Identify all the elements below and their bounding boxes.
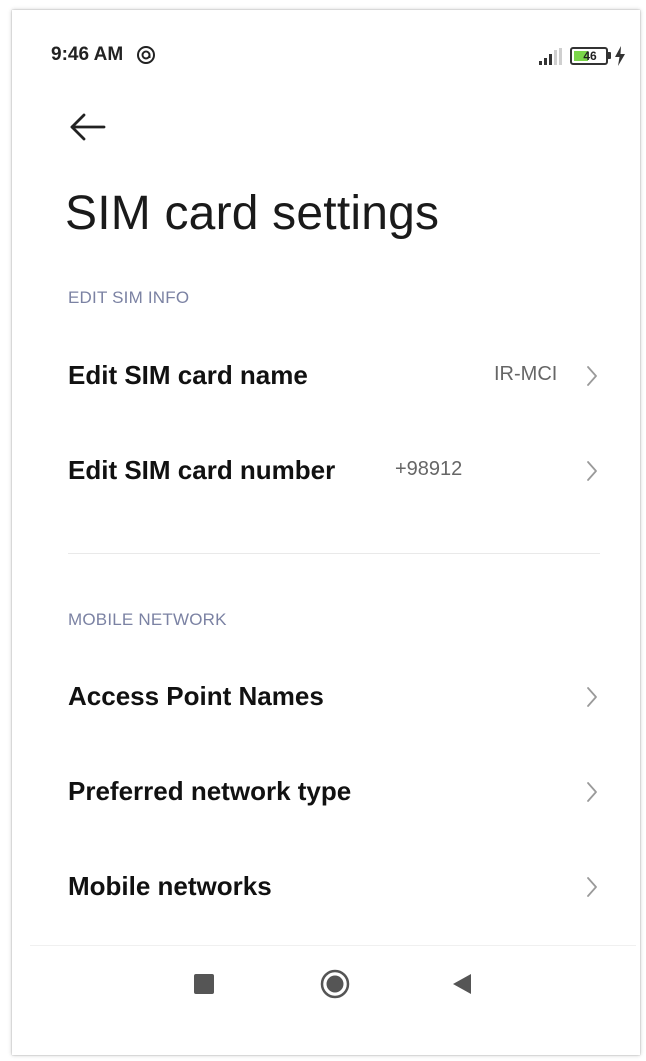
- status-bar: 9:46 AM 46: [0, 0, 646, 80]
- signal-bars-icon: [539, 48, 563, 65]
- battery-icon: 46: [570, 47, 612, 67]
- chevron-right-icon: [587, 877, 597, 897]
- chevron-right-icon: [587, 461, 597, 481]
- row-label: Access Point Names: [68, 681, 324, 711]
- battery-body: 46: [570, 47, 608, 65]
- chevron-right-icon: [587, 366, 597, 386]
- lightning-bolt-icon: [614, 46, 626, 66]
- back-triangle-icon[interactable]: [452, 973, 472, 995]
- row-label: Edit SIM card number: [68, 455, 336, 485]
- navigation-bar: [0, 946, 646, 1026]
- mobile-networks-row[interactable]: Mobile networks: [30, 841, 616, 931]
- section-divider: [68, 553, 600, 554]
- page-title: SIM card settings: [65, 187, 440, 240]
- recents-square-icon[interactable]: [194, 974, 214, 994]
- edit-sim-card-name-row[interactable]: Edit SIM card name IR-MCI: [30, 330, 616, 420]
- battery-tip: [608, 52, 611, 59]
- row-label: Edit SIM card name: [68, 360, 308, 390]
- edit-sim-card-number-row[interactable]: Edit SIM card number +98912: [30, 425, 616, 515]
- notification-icon: [136, 45, 156, 65]
- row-label: Preferred network type: [68, 776, 352, 806]
- sim-name-value: IR-MCI: [494, 363, 558, 385]
- access-point-names-row[interactable]: Access Point Names: [30, 651, 616, 741]
- home-circle-icon[interactable]: [319, 968, 351, 1000]
- status-time: 9:46 AM: [51, 44, 124, 65]
- page: 9:46 AM 46 SIM card settings EDIT SIM IN…: [0, 0, 646, 1061]
- back-button[interactable]: [62, 106, 112, 150]
- battery-level: 46: [583, 49, 597, 63]
- section-header-edit-sim-info: EDIT SIM INFO: [68, 288, 190, 307]
- chevron-right-icon: [587, 687, 597, 707]
- sim-number-value: +98912: [395, 458, 463, 480]
- chevron-right-icon: [587, 782, 597, 802]
- arrow-left-icon: [70, 113, 106, 141]
- section-header-mobile-network: MOBILE NETWORK: [68, 610, 227, 629]
- row-label: Mobile networks: [68, 871, 272, 901]
- preferred-network-type-row[interactable]: Preferred network type: [30, 746, 616, 836]
